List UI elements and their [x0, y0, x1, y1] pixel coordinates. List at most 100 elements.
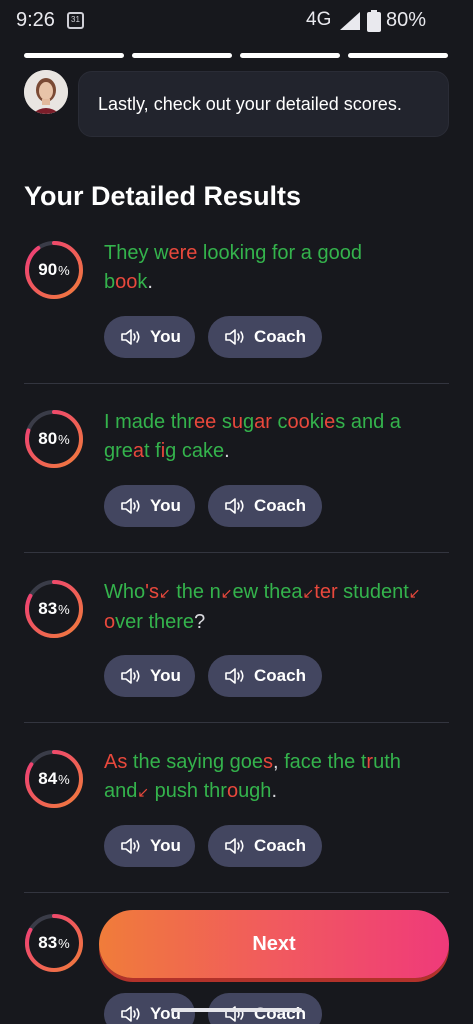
score-ring: 80% [24, 409, 84, 469]
divider [24, 383, 449, 384]
word-segment: Who [104, 581, 146, 603]
divider [24, 552, 449, 553]
play-coach-label: Coach [254, 1004, 306, 1023]
play-you-button[interactable]: You [104, 825, 195, 867]
missing-sound-marker: ↙ [220, 585, 233, 601]
play-coach-button[interactable]: Coach [208, 825, 322, 867]
word-segment: face the t [278, 751, 367, 773]
word-segment: the n [170, 581, 221, 603]
missing-sound-marker: ↙ [158, 585, 171, 601]
missing-sound-marker: ↙ [408, 585, 421, 601]
score-number: 90 [38, 260, 58, 279]
score-number: 80 [38, 429, 58, 448]
play-you-label: You [150, 327, 181, 346]
score-percent-sign: % [58, 601, 70, 617]
divider [24, 722, 449, 723]
play-coach-button[interactable]: Coach [208, 316, 322, 358]
score-value: 83% [24, 579, 84, 639]
coach-portrait-icon [24, 70, 68, 114]
speaker-icon [225, 498, 244, 514]
word-segment: . [147, 271, 153, 293]
battery-icon [367, 10, 381, 32]
word-segment: I made thr [104, 411, 195, 433]
signal-icon [340, 12, 360, 30]
sentence-text: Who's↙ the n↙ew thea↙ter student↙ over th… [104, 578, 449, 637]
speaker-icon [225, 668, 244, 684]
word-segment: s [263, 751, 273, 773]
speaker-icon [121, 838, 140, 854]
score-ring: 90% [24, 240, 84, 300]
word-segment: and [104, 780, 138, 802]
word-segment: o [226, 780, 239, 802]
word-segment: uth [373, 751, 401, 773]
progress-segment [132, 53, 232, 58]
word-segment: t f [144, 440, 161, 462]
play-you-label: You [150, 1004, 181, 1023]
word-segment: c [271, 411, 288, 433]
score-ring: 83% [24, 579, 84, 639]
word-segment: u [231, 411, 243, 433]
score-value: 90% [24, 240, 84, 300]
score-percent-sign: % [58, 262, 70, 278]
coach-message: Lastly, check out your detailed scores. [98, 94, 402, 114]
word-segment: b [104, 271, 116, 293]
word-segment: g [242, 411, 255, 433]
score-number: 83 [38, 933, 58, 952]
missing-sound-marker: ↙ [137, 784, 150, 800]
score-value: 84% [24, 749, 84, 809]
divider [24, 892, 449, 893]
play-coach-label: Coach [254, 666, 306, 685]
word-segment: They w [104, 242, 169, 264]
speaker-icon [225, 838, 244, 854]
word-segment: ? [194, 611, 206, 633]
play-coach-button[interactable]: Coach [208, 485, 322, 527]
play-you-button[interactable]: You [104, 655, 195, 697]
home-indicator[interactable] [171, 1008, 302, 1012]
word-segment: oo [115, 271, 138, 293]
play-you-button[interactable]: You [104, 316, 195, 358]
sentence-text: They were looking for a good book. [104, 239, 449, 297]
score-number: 83 [38, 599, 58, 618]
progress-segment [240, 53, 340, 58]
progress-segment [24, 53, 124, 58]
score-ring: 83% [24, 913, 84, 973]
word-segment: looking for a good [197, 242, 362, 264]
word-segment: ter [314, 581, 338, 603]
section-title: Your Detailed Results [24, 181, 302, 211]
sentence-text: As the saying goes, face the truth and↙ p… [104, 748, 449, 807]
play-you-label: You [150, 666, 181, 685]
word-segment: g cake [165, 440, 225, 462]
word-segment: ee [194, 411, 217, 433]
calendar-icon: 31 [67, 12, 84, 29]
play-you-button[interactable]: You [104, 485, 195, 527]
word-segment: ver there [115, 611, 195, 633]
word-segment: student [337, 581, 409, 603]
speaker-icon [121, 498, 140, 514]
play-coach-button[interactable]: Coach [208, 655, 322, 697]
word-segment: ar [254, 411, 272, 433]
score-percent-sign: % [58, 431, 70, 447]
lesson-progress [24, 53, 448, 58]
play-coach-label: Coach [254, 496, 306, 515]
score-value: 80% [24, 409, 84, 469]
word-segment: ugh [238, 780, 272, 802]
play-you-label: You [150, 496, 181, 515]
status-time: 9:26 [16, 9, 55, 31]
score-percent-sign: % [58, 771, 70, 787]
word-segment: . [224, 440, 230, 462]
status-bar: 9:26 31 4G 80% [0, 0, 473, 42]
play-coach-label: Coach [254, 836, 306, 855]
speaker-icon [121, 1006, 140, 1022]
word-segment: . [271, 780, 277, 802]
score-percent-sign: % [58, 935, 70, 951]
score-value: 83% [24, 913, 84, 973]
missing-sound-marker: ↙ [302, 585, 315, 601]
speaker-icon [225, 329, 244, 345]
speaker-icon [225, 1006, 244, 1022]
score-ring: 84% [24, 749, 84, 809]
word-segment: push thr [149, 780, 227, 802]
word-segment: the saying goe [127, 751, 263, 773]
word-segment: s and a [335, 411, 401, 433]
word-segment: ere [168, 242, 198, 264]
next-button[interactable]: Next [99, 910, 449, 978]
